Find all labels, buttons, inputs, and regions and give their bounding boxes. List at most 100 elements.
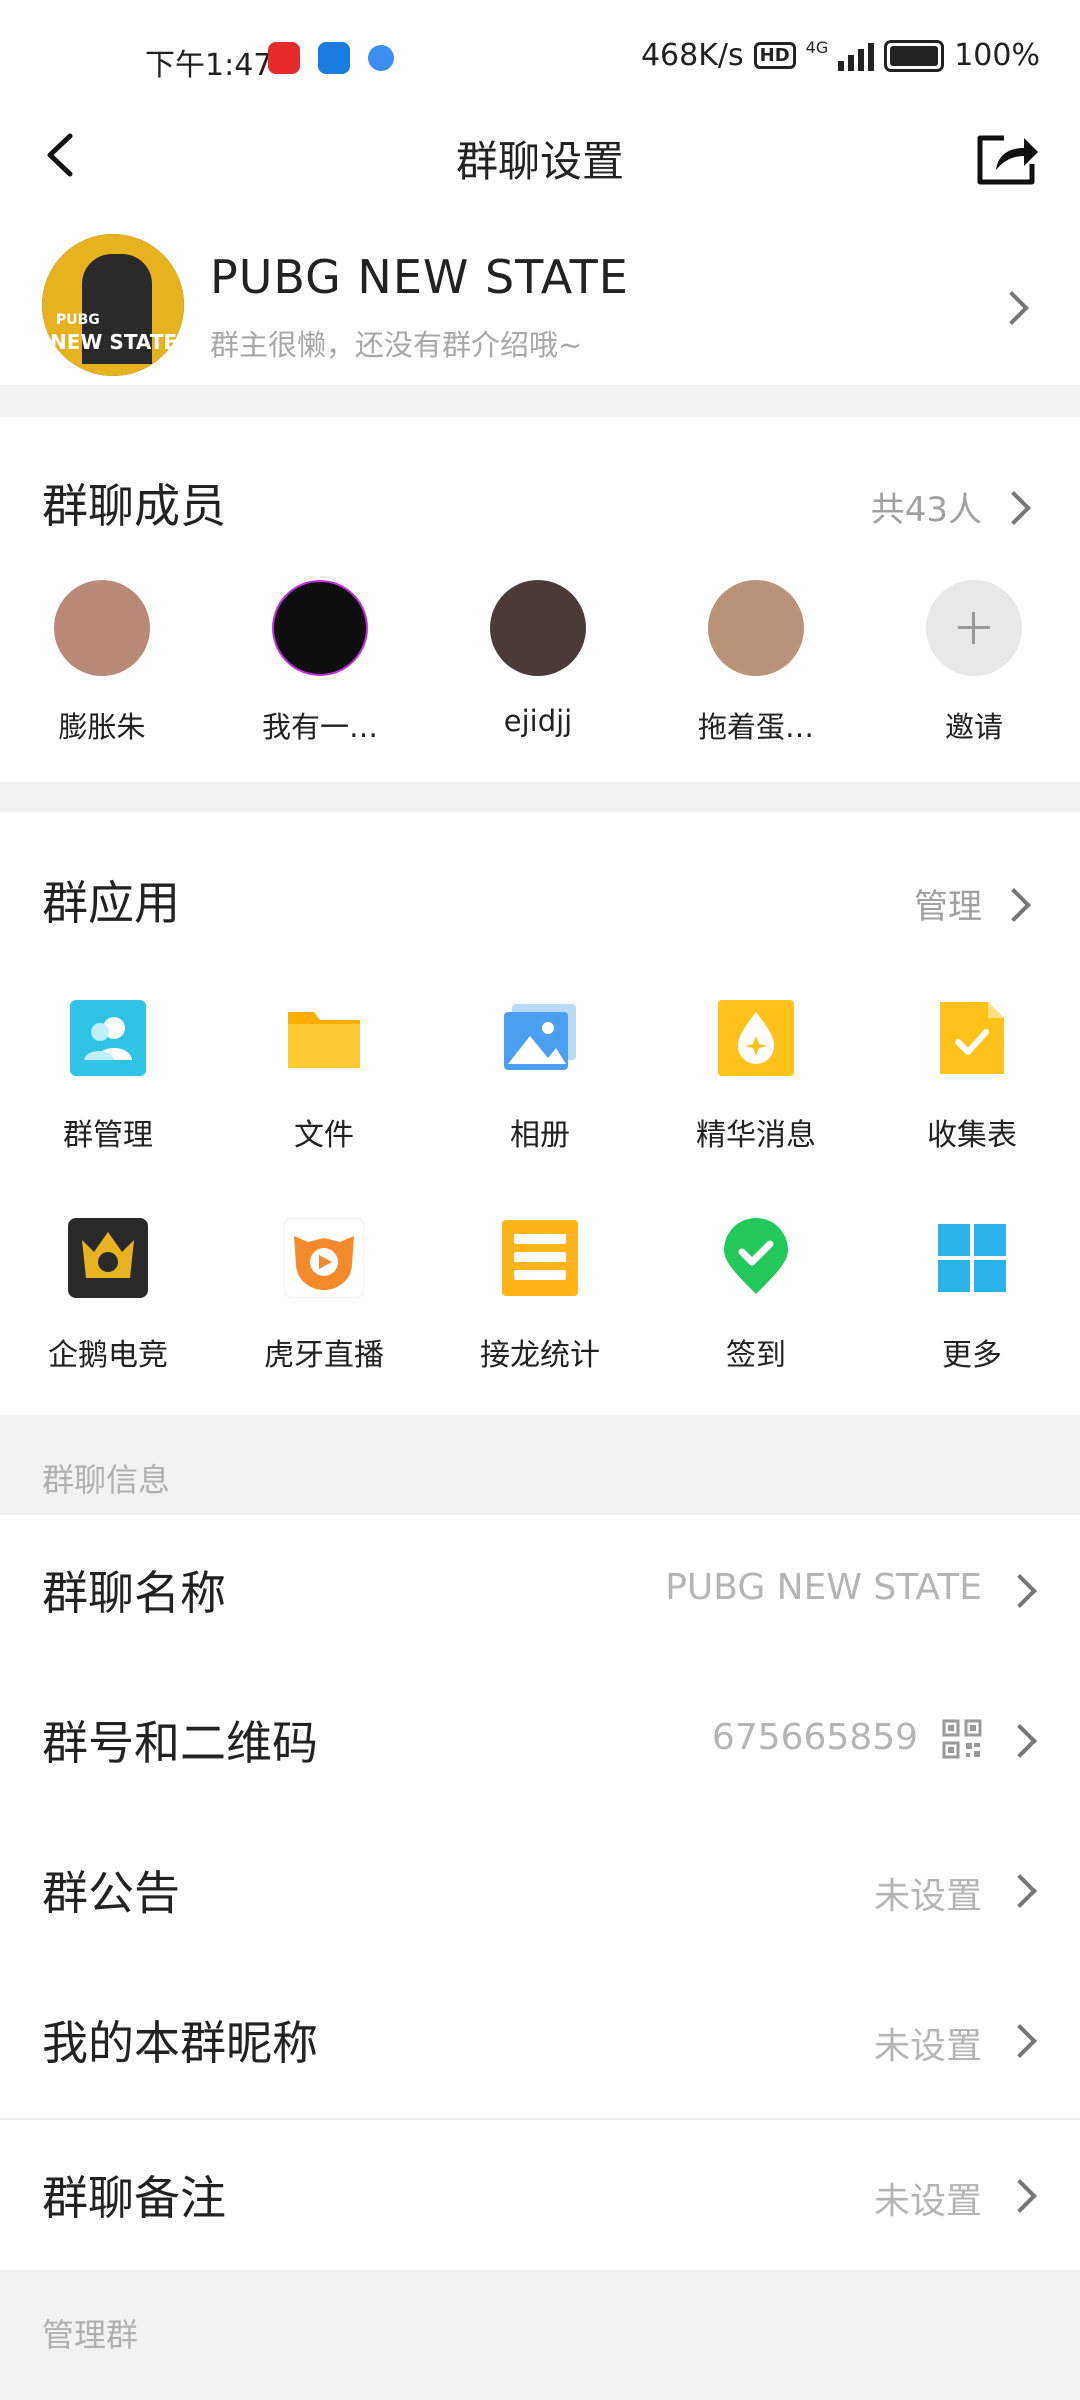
group-manage-icon (70, 1000, 146, 1076)
chevron-right-icon (1003, 2179, 1037, 2213)
essence-icon (718, 1000, 794, 1076)
collect-form-icon (940, 1002, 1004, 1074)
chevron-right-icon (1003, 1724, 1037, 1758)
app-label: 相册 (510, 1118, 570, 1153)
member-name: 拖着蛋… (697, 710, 814, 744)
app-label: 企鹅电竞 (48, 1338, 168, 1373)
video-app-icon (318, 42, 350, 74)
members-title: 群聊成员 (42, 479, 226, 533)
member-avatar (708, 580, 804, 676)
app-label: 收集表 (927, 1118, 1017, 1153)
app-solitaire-stats[interactable]: 接龙统计 (450, 1218, 630, 1374)
row-label: 群号和二维码 (42, 1716, 318, 1770)
group-profile-row[interactable]: PUBG NEW STATE PUBG NEW STATE 群主很懒，还没有群介… (0, 220, 1080, 390)
section-divider (0, 385, 1080, 417)
solitaire-stats-icon (502, 1220, 578, 1296)
group-name: PUBG NEW STATE (210, 250, 629, 304)
status-right: 468K/s HD 4G 100% (641, 38, 1040, 73)
app-label: 签到 (726, 1338, 786, 1373)
photo-album-icon (504, 1004, 576, 1070)
row-label: 群聊名称 (42, 1566, 226, 1620)
group-description: 群主很懒，还没有群介绍哦~ (210, 328, 583, 362)
chevron-right-icon (997, 888, 1031, 922)
group-remark-row[interactable]: 群聊备注 未设置 (0, 2120, 1080, 2270)
row-label: 群聊备注 (42, 2171, 226, 2225)
members-count: 共43人 (870, 490, 982, 530)
app-penguin-esports[interactable]: 企鹅电竞 (18, 1218, 198, 1374)
row-value: PUBG NEW STATE (665, 1567, 982, 1608)
apps-title: 群应用 (42, 876, 180, 930)
chevron-right-icon (997, 491, 1031, 525)
row-label: 群公告 (42, 1866, 180, 1920)
invite-button[interactable]: 邀请 (899, 580, 1049, 746)
network-speed: 468K/s (640, 38, 744, 73)
app-label: 接龙统计 (480, 1338, 600, 1373)
row-value: 未设置 (873, 1876, 982, 1917)
app-group-manage[interactable]: 群管理 (18, 998, 198, 1154)
app-label: 更多 (942, 1338, 1002, 1373)
member-avatar (54, 580, 150, 676)
section-divider (0, 782, 1080, 812)
info-section-band: 群聊信息 (0, 1415, 1080, 1515)
status-time: 下午1:47 (145, 48, 273, 83)
members-header[interactable]: 群聊成员 共43人 (0, 430, 1080, 580)
hd-icon: HD (753, 42, 796, 69)
chevron-right-icon (1003, 2024, 1037, 2058)
checkin-icon (724, 1218, 788, 1294)
netease-music-icon (268, 42, 300, 74)
app-huya-live[interactable]: 虎牙直播 (234, 1217, 414, 1374)
qrcode-icon (942, 1719, 982, 1759)
huya-live-icon (283, 1217, 365, 1299)
group-notice-row[interactable]: 群公告 未设置 (0, 1815, 1080, 1965)
invite-label: 邀请 (944, 710, 1003, 744)
member-item[interactable]: ejidjj (463, 580, 613, 738)
row-value: 未设置 (873, 2181, 982, 2222)
member-name: 膨胀朱 (58, 710, 146, 744)
info-section-label: 群聊信息 (42, 1461, 171, 1499)
app-label: 虎牙直播 (264, 1338, 384, 1373)
my-group-nickname-row[interactable]: 我的本群昵称 未设置 (0, 1965, 1080, 2115)
app-label: 群管理 (63, 1118, 153, 1153)
group-name-row[interactable]: 群聊名称 PUBG NEW STATE (0, 1515, 1080, 1665)
member-avatar (272, 580, 368, 676)
apps-header[interactable]: 群应用 管理 (0, 825, 1080, 975)
chevron-right-icon (995, 291, 1029, 325)
row-value: 675665859 (711, 1717, 918, 1758)
manage-section-band: 管理群 (0, 2270, 1080, 2400)
app-more[interactable]: 更多 (882, 1218, 1062, 1374)
battery-level: 100% (954, 38, 1040, 73)
member-item[interactable]: 拖着蛋… (681, 580, 831, 746)
chevron-right-icon (1003, 1874, 1037, 1908)
member-name: 我有一… (261, 710, 378, 744)
member-name: ejidjj (503, 704, 573, 738)
browser-icon (368, 45, 394, 71)
group-number-qrcode-row[interactable]: 群号和二维码 675665859 (0, 1665, 1080, 1815)
plus-icon (926, 580, 1022, 676)
app-essence[interactable]: 精华消息 (666, 998, 846, 1154)
page-title: 群聊设置 (455, 137, 624, 186)
member-item[interactable]: 我有一… (245, 580, 395, 746)
manage-section-label: 管理群 (42, 2316, 139, 2354)
app-files[interactable]: 文件 (234, 998, 414, 1154)
signal-icon (838, 41, 875, 71)
share-icon[interactable] (974, 128, 1040, 188)
app-label: 精华消息 (696, 1118, 816, 1153)
apps-manage: 管理 (914, 887, 982, 927)
folder-icon (288, 1012, 360, 1068)
status-bar: 下午1:47 468K/s HD 4G 100% (0, 0, 1080, 120)
app-collect-form[interactable]: 收集表 (882, 998, 1062, 1154)
member-list: 膨胀朱 我有一… ejidjj 拖着蛋… 邀请 (0, 580, 1080, 744)
more-grid-icon (938, 1224, 1006, 1292)
member-item[interactable]: 膨胀朱 (27, 580, 177, 746)
app-label: 文件 (294, 1118, 354, 1153)
app-checkin[interactable]: 签到 (666, 1218, 846, 1374)
network-type: 4G (805, 38, 829, 57)
member-avatar (490, 580, 586, 676)
row-value: 未设置 (873, 2026, 982, 2067)
group-avatar: PUBG NEW STATE (42, 234, 184, 376)
battery-icon (884, 39, 945, 72)
chevron-right-icon (1003, 1574, 1037, 1608)
row-label: 我的本群昵称 (42, 2016, 318, 2070)
app-album[interactable]: 相册 (450, 998, 630, 1154)
penguin-esports-icon (68, 1218, 148, 1298)
